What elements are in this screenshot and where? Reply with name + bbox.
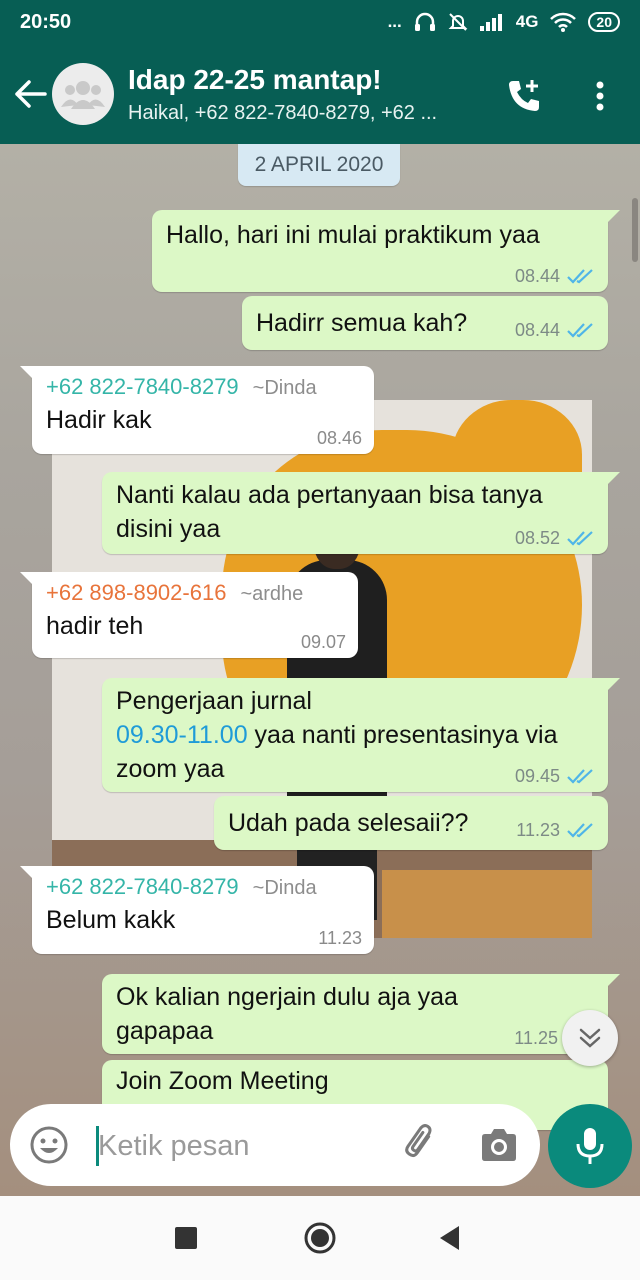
message-text: Udah pada selesaii?? [228,809,469,837]
composer-box [10,1104,540,1186]
navigation-bar [0,1196,640,1280]
sender-row: +62 822-7840-8279 ~Dinda [46,872,360,903]
mic-icon [576,1128,604,1164]
emoji-icon[interactable] [28,1124,70,1166]
message-meta: 11.23 [516,820,596,840]
message-outgoing[interactable]: Pengerjaan jurnal 09.30-11.00 yaa nanti … [102,678,620,792]
paperclip-icon[interactable] [400,1124,442,1166]
back-arrow-icon [15,80,47,108]
message-outgoing[interactable]: Nanti kalau ada pertanyaan bisa tanya di… [102,472,620,554]
message-meta: 08.46 [317,428,362,448]
double-check-icon [567,531,593,546]
group-name: Idap 22-25 mantap! [128,63,382,95]
group-members: Haikal, +62 822-7840-8279, +62 ... [128,101,438,124]
message-incoming[interactable]: +62 822-7840-8279 ~Dinda Hadir kak 08.46 [20,366,374,454]
message-time: 08.44 [514,266,560,286]
message-text: Join Zoom Meeting [116,1067,329,1095]
double-check-icon [567,323,593,338]
message-outgoing[interactable]: Hallo, hari ini mulai praktikum yaa 08.4… [152,210,620,292]
message-incoming[interactable]: +62 898-8902-616 ~ardhe hadir teh 09.07 [20,572,358,658]
camera-icon[interactable] [478,1124,520,1166]
nav-home-button[interactable] [300,1218,340,1258]
message-time: 11.23 [318,928,362,948]
message-time: 09.45 [514,766,560,786]
back-button[interactable] [6,70,54,118]
more-options-button[interactable] [578,74,622,118]
message-meta: 09.07 [301,632,346,652]
message-time: 08.46 [316,428,362,448]
chevron-down-icon [579,1028,601,1048]
wifi-icon [550,12,577,32]
double-check-icon [567,269,593,284]
sender-alias: ~Dinda [252,877,317,899]
message-text: Ok kalian ngerjain dulu aja yaa gapapaa [116,983,458,1045]
sender-number[interactable]: +62 898-8902-616 [46,578,226,608]
message-meta: 08.52 [515,528,596,548]
message-text: Pengerjaan jurnal [116,687,312,715]
sender-number[interactable]: +62 822-7840-8279 [46,872,239,902]
network-type: 4G [515,12,539,31]
message-outgoing[interactable]: Ok kalian ngerjain dulu aja yaa gapapaa … [102,974,620,1054]
sender-row: +62 822-7840-8279 ~Dinda [46,372,360,403]
add-call-button[interactable] [500,74,548,118]
message-time: 09.07 [300,632,346,652]
composer-row [0,1102,640,1194]
mic-button[interactable] [548,1104,632,1188]
group-info[interactable]: Idap 22-25 mantap! Haikal, +62 822-7840-… [128,64,488,125]
message-text: Hadirr semua kah? [256,309,468,337]
message-text: Hadir kak [46,406,152,434]
group-avatar[interactable] [52,63,114,125]
message-meta: 08.44 [515,266,596,286]
message-time: 08.44 [514,320,560,340]
message-meta: 09.45 [515,766,596,786]
message-link[interactable]: 09.30-11.00 [116,721,248,749]
sender-number[interactable]: +62 822-7840-8279 [46,372,239,402]
double-check-icon [567,769,593,784]
more-vert-icon [596,81,604,111]
group-avatar-icon [61,81,105,109]
headphones-icon [414,12,435,31]
sender-row: +62 898-8902-616 ~ardhe [46,578,344,609]
scroll-to-bottom-button[interactable] [562,1010,618,1066]
status-bar: 20:50 ... 4G 20 [0,0,640,44]
message-meta: 11.25 [514,1028,558,1048]
sender-alias: ~Dinda [252,377,317,399]
message-text: Hallo, hari ini mulai praktikum yaa [166,221,540,249]
status-time: 20:50 [20,10,72,33]
mute-bell-icon [448,13,468,31]
message-meta: 11.23 [318,928,362,948]
message-input[interactable] [98,1124,378,1168]
date-divider: 2 APRIL 2020 [238,144,400,186]
message-text: hadir teh [46,612,144,640]
status-icons: ... 4G 20 [388,12,620,32]
chat-header: Idap 22-25 mantap! Haikal, +62 822-7840-… [0,44,640,144]
battery-indicator: 20 [588,12,620,32]
double-check-icon [567,823,593,838]
chat-area[interactable]: 2 APRIL 2020 Hallo, hari ini mulai prakt… [0,144,640,1196]
nav-recents-button[interactable] [166,1218,206,1258]
status-dots: ... [387,12,402,31]
message-text: Belum kakk [46,906,176,934]
nav-back-icon [440,1226,459,1250]
add-call-icon [509,80,539,111]
nav-home-icon [304,1222,336,1254]
message-incoming[interactable]: +62 822-7840-8279 ~Dinda Belum kakk 11.2… [20,866,374,954]
message-outgoing[interactable]: Udah pada selesaii?? 11.23 [214,796,608,850]
message-time: 08.52 [514,528,560,548]
nav-recents-icon [175,1227,197,1249]
chat-scrollbar[interactable] [632,198,638,262]
message-text: Nanti kalau ada pertanyaan bisa tanya di… [116,481,543,543]
message-meta: 08.44 [515,320,596,340]
message-time: 11.25 [514,1028,558,1048]
signal-icon [479,14,502,31]
message-time: 11.23 [516,820,560,840]
nav-back-button[interactable] [430,1218,470,1258]
message-outgoing[interactable]: Hadirr semua kah? 08.44 [242,296,608,350]
sender-alias: ~ardhe [240,583,304,605]
